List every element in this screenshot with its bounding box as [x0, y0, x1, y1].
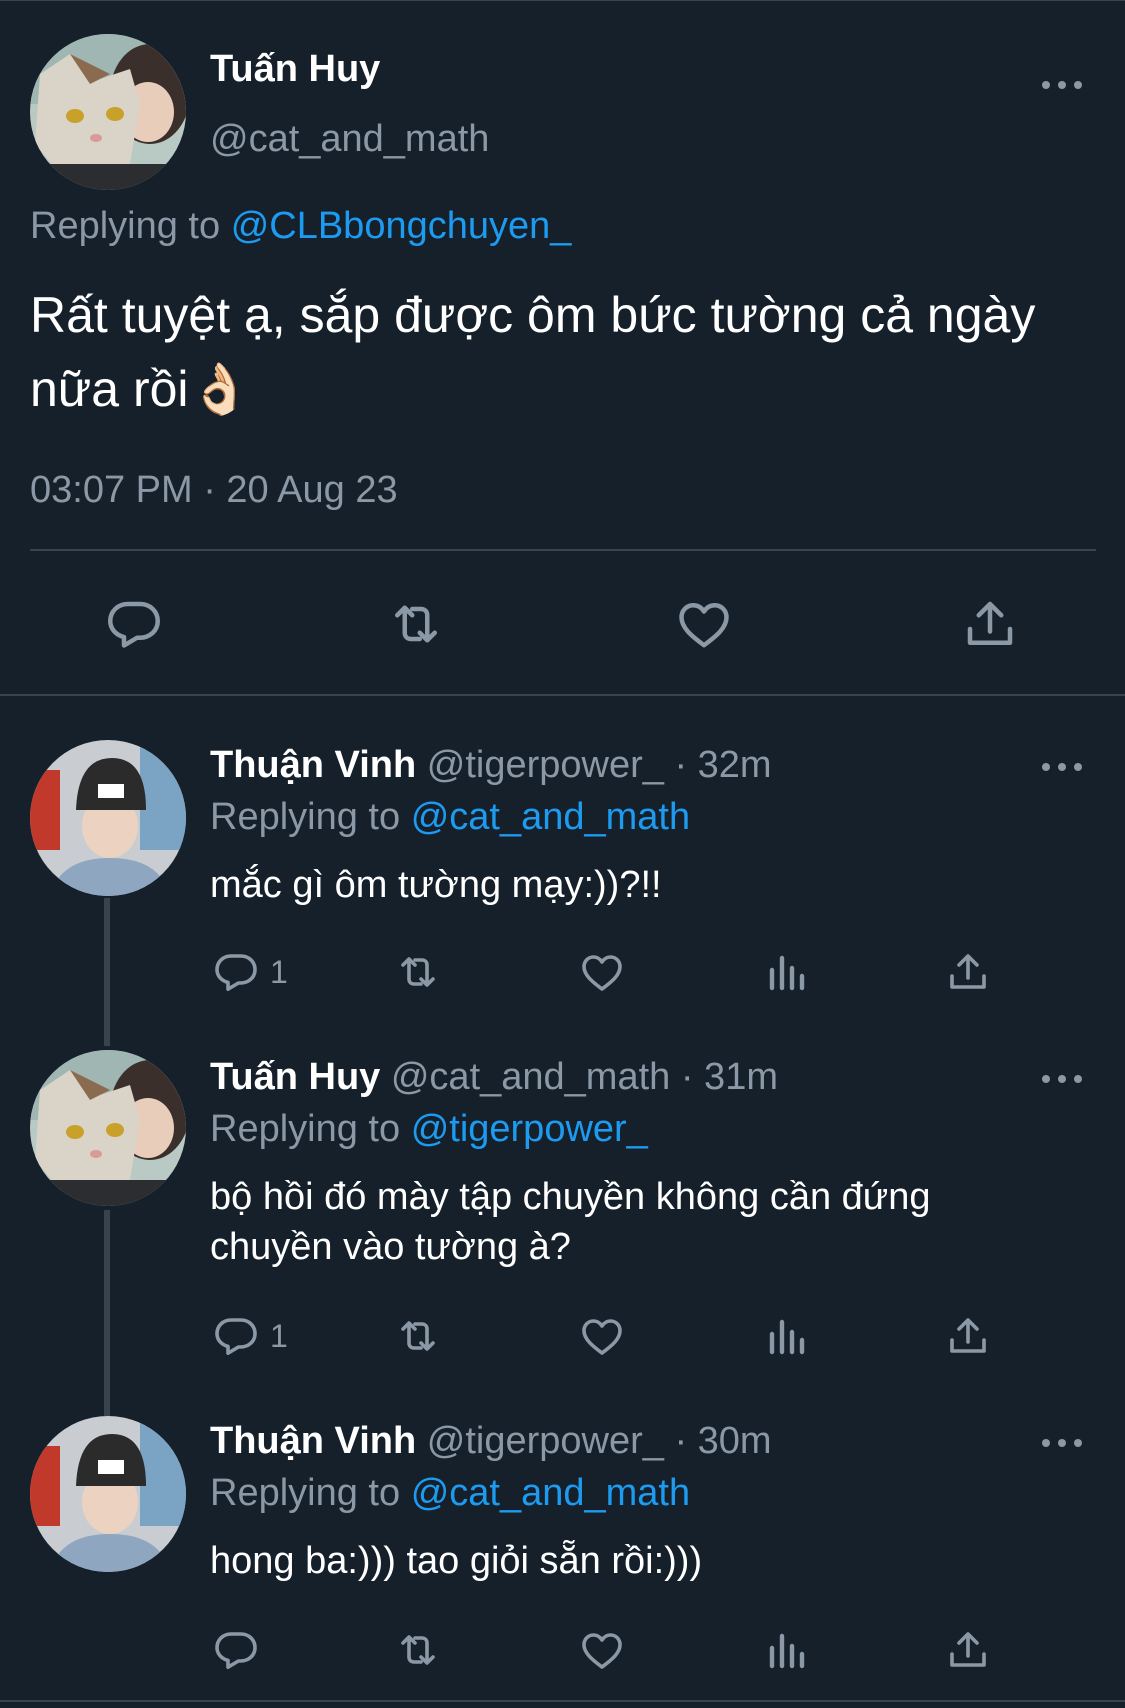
top-divider — [0, 0, 1125, 1]
reply3-author-name[interactable]: Thuận Vinh — [210, 1420, 416, 1462]
analytics-icon — [762, 948, 810, 996]
reply2-time[interactable]: · 31m — [681, 1056, 778, 1098]
reply1-text: mắc gì ôm tường mạy:))?!! — [210, 864, 662, 906]
reply2-reply-button[interactable]: 1 — [212, 1312, 288, 1360]
reply-icon — [104, 594, 164, 654]
share-icon — [944, 1626, 992, 1674]
reply1-like-button[interactable] — [578, 948, 626, 996]
hat-avatar-image — [30, 740, 186, 896]
share-icon — [960, 594, 1020, 654]
reply3-like-button[interactable] — [578, 1626, 626, 1674]
replying-to-link[interactable]: @cat_and_math — [411, 796, 690, 838]
retweet-icon — [394, 1626, 442, 1674]
avatar-tuan-huy[interactable] — [30, 34, 186, 190]
main-author-handle[interactable]: @cat_and_math — [210, 116, 489, 162]
reply-icon — [212, 1312, 260, 1360]
analytics-icon — [762, 1626, 810, 1674]
retweet-icon — [386, 594, 446, 654]
replying-label: Replying to — [30, 205, 221, 247]
main-author-name[interactable]: Tuấn Huy — [210, 46, 380, 92]
reply2-replying-line: Replying to @tigerpower_ — [210, 1104, 648, 1154]
replying-label: Replying to — [210, 796, 401, 838]
thread-line-1 — [104, 898, 110, 1046]
reply1-analytics-button[interactable] — [762, 948, 810, 996]
main-share-button[interactable] — [960, 594, 1020, 654]
reply1-reply-button[interactable]: 1 — [212, 948, 288, 996]
reply2-text: bộ hồi đó mày tập chuyền không cần đứng … — [210, 1172, 931, 1272]
reply1-replying-line: Replying to @cat_and_math — [210, 792, 690, 842]
reply-icon — [212, 1626, 260, 1674]
reply3-replying-line: Replying to @cat_and_math — [210, 1468, 690, 1518]
reply3-share-button[interactable] — [944, 1626, 992, 1674]
hat-avatar-image — [30, 1416, 186, 1572]
reply2-text-line2: chuyền vào tường à? — [210, 1226, 571, 1268]
reply1-share-button[interactable] — [944, 948, 992, 996]
reply3-author-handle[interactable]: @tigerpower_ — [427, 1420, 664, 1462]
reply3-header: Thuận Vinh @tigerpower_ · 30m — [210, 1416, 772, 1466]
cat-avatar-image — [30, 34, 186, 190]
reply3-retweet-button[interactable] — [394, 1626, 442, 1674]
reply3-time[interactable]: · 30m — [674, 1420, 771, 1462]
reply3-reply-button[interactable] — [212, 1626, 260, 1674]
reply2-author-handle[interactable]: @cat_and_math — [391, 1056, 670, 1098]
main-reply-button[interactable] — [104, 594, 164, 654]
reply3-more-icon[interactable] — [1042, 1428, 1082, 1458]
ok-hand-emoji: 👌🏻 — [188, 361, 251, 417]
reply3-text: hong ba:))) tao giỏi sẵn rồi:))) — [210, 1540, 703, 1582]
main-actions-divider — [30, 549, 1096, 551]
reply2-like-button[interactable] — [578, 1312, 626, 1360]
thread-line-2 — [104, 1210, 110, 1416]
reply1-retweet-button[interactable] — [394, 948, 442, 996]
like-icon — [578, 948, 626, 996]
reply2-retweet-button[interactable] — [394, 1312, 442, 1360]
reply3-analytics-button[interactable] — [762, 1626, 810, 1674]
analytics-icon — [762, 1312, 810, 1360]
share-icon — [944, 948, 992, 996]
avatar-tuan-huy-reply[interactable] — [30, 1050, 186, 1206]
reply2-author-name[interactable]: Tuấn Huy — [210, 1056, 380, 1098]
avatar-thuan-vinh[interactable] — [30, 740, 186, 896]
avatar-thuan-vinh-reply[interactable] — [30, 1416, 186, 1572]
bottom-divider — [0, 1700, 1125, 1702]
reply2-share-button[interactable] — [944, 1312, 992, 1360]
main-like-button[interactable] — [674, 594, 734, 654]
main-tweet-text: Rất tuyệt ạ, sắp được ôm bức tường cả ng… — [30, 278, 1090, 426]
main-retweet-button[interactable] — [386, 594, 446, 654]
reply2-more-icon[interactable] — [1042, 1064, 1082, 1094]
reply2-analytics-button[interactable] — [762, 1312, 810, 1360]
reply1-author-handle[interactable]: @tigerpower_ — [427, 744, 664, 786]
main-tweet-body: Rất tuyệt ạ, sắp được ôm bức tường cả ng… — [30, 287, 1036, 417]
share-icon — [944, 1312, 992, 1360]
retweet-icon — [394, 1312, 442, 1360]
reply2-text-line1: bộ hồi đó mày tập chuyền không cần đứng — [210, 1176, 931, 1218]
reply1-author-name[interactable]: Thuận Vinh — [210, 744, 416, 786]
replying-label: Replying to — [210, 1472, 401, 1514]
main-more-icon[interactable] — [1042, 70, 1082, 100]
main-tweet-bottom-divider — [0, 694, 1125, 696]
like-icon — [674, 594, 734, 654]
replying-to-link[interactable]: @tigerpower_ — [411, 1108, 648, 1150]
reply1-reply-count: 1 — [270, 953, 288, 990]
replying-to-link[interactable]: @cat_and_math — [411, 1472, 690, 1514]
replying-to-link[interactable]: @CLBbongchuyen_ — [231, 205, 572, 247]
like-icon — [578, 1312, 626, 1360]
reply1-header: Thuận Vinh @tigerpower_ · 32m — [210, 740, 772, 790]
cat-avatar-image — [30, 1050, 186, 1206]
retweet-icon — [394, 948, 442, 996]
main-timestamp[interactable]: 03:07 PM · 20 Aug 23 — [30, 466, 398, 514]
main-replying-line: Replying to @CLBbongchuyen_ — [30, 202, 571, 250]
reply1-more-icon[interactable] — [1042, 752, 1082, 782]
reply2-reply-count: 1 — [270, 1317, 288, 1354]
replying-label: Replying to — [210, 1108, 401, 1150]
reply1-time[interactable]: · 32m — [674, 744, 771, 786]
reply-icon — [212, 948, 260, 996]
like-icon — [578, 1626, 626, 1674]
reply2-header: Tuấn Huy @cat_and_math · 31m — [210, 1052, 778, 1102]
